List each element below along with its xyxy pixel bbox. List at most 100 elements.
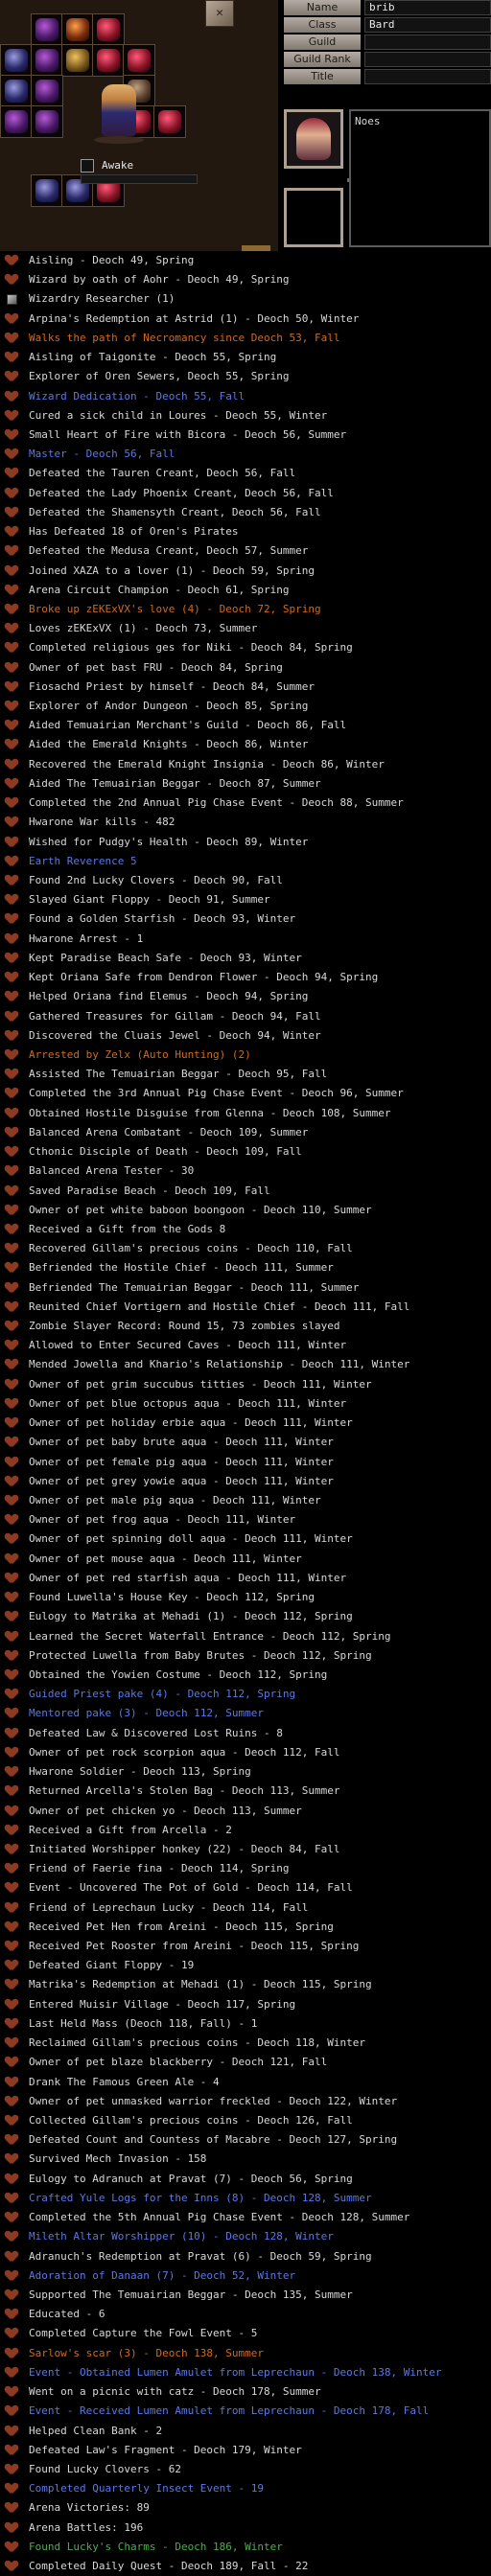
legend-heart-icon: [6, 1127, 17, 1138]
legend-text: Loves zEKExVX (1) - Deoch 73, Summer: [29, 622, 258, 635]
legend-text: Obtained the Yowien Costume - Deoch 112,…: [29, 1668, 328, 1681]
legend-text: Owner of pet frog aqua - Deoch 111, Wint…: [29, 1513, 296, 1527]
close-icon[interactable]: ✕: [205, 0, 234, 27]
legend-item: Owner of pet bast FRU - Deoch 84, Spring: [0, 658, 491, 678]
legend-heart-icon: [6, 759, 17, 770]
equipment-slot-helmet-icon[interactable]: [31, 13, 63, 46]
legend-heart-icon: [6, 2348, 17, 2359]
legend-item: Cthonic Disciple of Death - Deoch 109, F…: [0, 1142, 491, 1162]
equipment-slot-ring-left-icon[interactable]: [0, 75, 33, 107]
equipment-paperdoll: Awake ✕: [0, 0, 278, 251]
legend-text: Found Lucky Clovers - 62: [29, 2462, 181, 2475]
legend-text: Owner of pet grim succubus titties - Deo…: [29, 1377, 372, 1391]
equipment-slot-earring-icon[interactable]: [92, 13, 125, 46]
equipment-slot-necklace-icon[interactable]: [61, 44, 94, 77]
legend-text: Befriended the Hostile Chief - Deoch 111…: [29, 1261, 334, 1275]
legend-item: Balanced Arena Tester - 30: [0, 1162, 491, 1181]
legend-text: Friend of Faerie fina - Deoch 114, Sprin…: [29, 1862, 290, 1875]
legend-heart-icon: [6, 778, 17, 790]
legend-text: Educated - 6: [29, 2308, 105, 2321]
guild-field[interactable]: [364, 34, 491, 50]
legend-heart-icon: [6, 991, 17, 1002]
legend-heart-icon: [6, 1592, 17, 1603]
legend-heart-icon: [6, 1553, 17, 1565]
legend-text: Owner of pet grey yowie aqua - Deoch 111…: [29, 1474, 334, 1487]
equipment-slot-belt-icon[interactable]: [0, 105, 33, 138]
legend-heart-icon: [6, 1359, 17, 1370]
legend-text: Recovered the Emerald Knight Insignia - …: [29, 757, 385, 770]
legend-item: Mileth Altar Worshipper (10) - Deoch 128…: [0, 2227, 491, 2246]
avatar-shadow: [94, 136, 144, 144]
legend-item: Master - Deoch 56, Fall: [0, 445, 491, 464]
equipment-slot-shield-icon[interactable]: [92, 44, 125, 77]
legend-item: Recovered the Emerald Knight Insignia - …: [0, 755, 491, 774]
legend-heart-icon: [6, 2057, 17, 2068]
equipment-slot-gauntlet-left-icon[interactable]: [0, 44, 33, 77]
legend-item: Completed Quarterly Insect Event - 19: [0, 2479, 491, 2498]
legend-text: Defeated the Shamensyth Creant, Deoch 56…: [29, 505, 321, 518]
legend-item: Found Luwella's House Key - Deoch 112, S…: [0, 1588, 491, 1607]
legend-item: Hwarone Arrest - 1: [0, 930, 491, 949]
legend-item: Wished for Pudgy's Health - Deoch 89, Wi…: [0, 833, 491, 852]
legend-item: Defeated the Lady Phoenix Creant, Deoch …: [0, 484, 491, 503]
legend-heart-icon: [6, 604, 17, 615]
name-field[interactable]: brib: [364, 0, 491, 15]
legend-item: Event - Uncovered The Pot of Gold - Deoc…: [0, 1878, 491, 1898]
awake-checkbox[interactable]: [81, 159, 94, 172]
legend-item: Guided Priest pake (4) - Deoch 112, Spri…: [0, 1685, 491, 1704]
legend-heart-icon: [6, 1340, 17, 1351]
legend-heart-icon: [6, 1243, 17, 1254]
legend-item: Recovered Gillam's precious coins - Deoc…: [0, 1239, 491, 1258]
legend-text: Wizard Dedication - Deoch 55, Fall: [29, 389, 246, 402]
legend-text: Aisling of Taigonite - Deoch 55, Spring: [29, 351, 277, 364]
legend-item: Sarlow's scar (3) - Deoch 138, Summer: [0, 2344, 491, 2363]
legend-heart-icon: [6, 972, 17, 983]
legend-heart-icon: [6, 913, 17, 925]
legend-heart-icon: [6, 2542, 17, 2553]
class-field[interactable]: Bard: [364, 17, 491, 33]
legend-text: Found a Golden Starfish - Deoch 93, Wint…: [29, 912, 296, 926]
legend-heart-icon: [6, 623, 17, 634]
notes-textarea[interactable]: Noes: [349, 109, 491, 247]
legend-item: Owner of pet grim succubus titties - Deo…: [0, 1375, 491, 1394]
equipment-slot-greaves-icon[interactable]: [31, 105, 63, 138]
legend-item: Explorer of Oren Sewers, Deoch 55, Sprin…: [0, 367, 491, 386]
field-label: Name: [284, 0, 361, 15]
legend-heart-icon: [6, 507, 17, 518]
legend-text: Owner of pet holiday erbie aqua - Deoch …: [29, 1416, 353, 1430]
legend-heart-icon: [6, 1476, 17, 1487]
equipment-slot-head-icon[interactable]: [61, 13, 94, 46]
legend-item: Entered Muisir Village - Deoch 117, Spri…: [0, 1995, 491, 2014]
legend-item: Owner of pet spinning doll aqua - Deoch …: [0, 1530, 491, 1549]
legend-heart-icon: [6, 1979, 17, 1990]
legend-heart-icon: [6, 1611, 17, 1622]
legend-item: Completed the 5th Annual Pig Chase Event…: [0, 2208, 491, 2227]
legend-heart-icon: [6, 2309, 17, 2320]
equipment-slot-gauntlet-right-icon[interactable]: [123, 44, 155, 77]
legend-text: Eulogy to Matrika at Mehadi (1) - Deoch …: [29, 1610, 353, 1623]
legend-text: Aided Temuairian Merchant's Guild - Deoc…: [29, 719, 347, 732]
equipment-slot-weapon-icon[interactable]: [31, 44, 63, 77]
legend-heart-icon: [6, 2367, 17, 2379]
legend-heart-icon: [6, 1533, 17, 1545]
title-field[interactable]: [364, 69, 491, 84]
legend-item: Event - Received Lumen Amulet from Lepre…: [0, 2402, 491, 2421]
legend-text: Received Pet Hen from Areini - Deoch 115…: [29, 1920, 334, 1933]
legend-text: Fiosachd Priest by himself - Deoch 84, S…: [29, 679, 316, 693]
legend-text: Adranuch's Redemption at Pravat (6) - De…: [29, 2249, 372, 2263]
legend-text: Helped Clean Bank - 2: [29, 2424, 163, 2437]
legend-item: Owner of pet red starfish aqua - Deoch 1…: [0, 1569, 491, 1588]
legend-item: Owner of pet white baboon boongoon - Deo…: [0, 1201, 491, 1220]
legend-text: Discovered the Cluais Jewel - Deoch 94, …: [29, 1028, 321, 1042]
legend-text: Obtained Hostile Disguise from Glenna - …: [29, 1106, 391, 1119]
equipment-slot-armor-icon[interactable]: [31, 75, 63, 107]
legend-item: Matrika's Redemption at Mehadi (1) - Deo…: [0, 1975, 491, 1994]
field-title: Title: [284, 69, 491, 86]
equipment-slot-overcoat-icon[interactable]: [31, 174, 63, 207]
legend-item: Initiated Worshipper honkey (22) - Deoch…: [0, 1840, 491, 1859]
legend-text: Allowed to Enter Secured Caves - Deoch 1…: [29, 1339, 347, 1352]
guild-rank-field[interactable]: [364, 52, 491, 67]
legend-item: Completed the 2nd Annual Pig Chase Event…: [0, 794, 491, 813]
equipment-slot-accessory-icon[interactable]: [153, 105, 186, 138]
legend-text: Wizardry Researcher (1): [29, 292, 175, 306]
